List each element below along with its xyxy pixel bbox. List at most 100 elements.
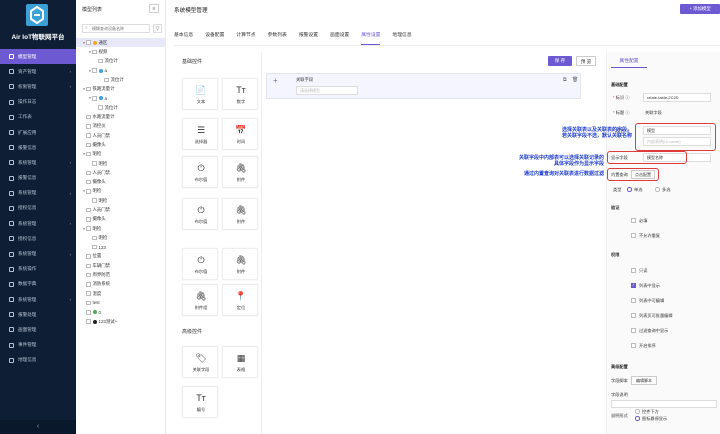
tree-row-checkbox[interactable]: [86, 272, 91, 278]
tree-row-checkbox[interactable]: [98, 58, 103, 64]
tree-row-checkbox[interactable]: [92, 68, 97, 73]
tree-row-checkbox[interactable]: [92, 161, 97, 166]
tree-row-checkbox[interactable]: [86, 282, 91, 287]
tree-row[interactable]: 摄像头: [76, 177, 166, 186]
sidebar-item-19[interactable]: 事件管理: [0, 338, 76, 353]
type-multi-radio[interactable]: [655, 187, 660, 192]
sidebar-item-16[interactable]: 系统管理 ›: [0, 292, 76, 307]
sidebar-item-20[interactable]: 地理信息: [0, 353, 76, 368]
sidebar-item-14[interactable]: 系统操作: [0, 262, 76, 277]
control-card[interactable]: 🖇 附件组: [182, 284, 218, 316]
tree-row-checkbox[interactable]: [86, 189, 91, 194]
tree-row[interactable]: ▾ a: [76, 94, 166, 103]
tree-row-checkbox[interactable]: [86, 300, 91, 306]
tree-row[interactable]: ▾ 明检: [76, 187, 166, 196]
control-card[interactable]: ⏻ 布尔值: [182, 248, 218, 280]
tree-row-checkbox[interactable]: [86, 86, 91, 92]
tree-row-checkbox[interactable]: [86, 114, 91, 120]
tree-row[interactable]: 人员门禁: [76, 168, 166, 177]
tree-row[interactable]: 消控仪: [76, 122, 166, 131]
sidebar-item-7[interactable]: 系统管理 ›: [0, 155, 76, 170]
tree-row[interactable]: 摄像头: [76, 140, 166, 149]
copy-icon[interactable]: ⧉: [563, 77, 567, 83]
control-card[interactable]: 🖇 附件: [222, 248, 258, 280]
control-card[interactable]: 📄 文本: [182, 78, 218, 110]
tree-row-checkbox[interactable]: [86, 226, 91, 231]
permission-checkbox[interactable]: [631, 313, 636, 318]
sidebar-item-9[interactable]: 系统管理 ›: [0, 186, 76, 201]
tab-7[interactable]: 地理信息: [392, 26, 411, 45]
sidebar-item-10[interactable]: 授权信息: [0, 201, 76, 216]
unique-checkbox[interactable]: [631, 233, 636, 238]
permission-checkbox[interactable]: [631, 298, 636, 303]
tree-row[interactable]: 水路流量计: [76, 112, 166, 121]
collapse-icon[interactable]: ‹: [0, 420, 76, 434]
control-card[interactable]: ▦ 表格: [222, 346, 258, 378]
description-input[interactable]: [611, 400, 717, 408]
tree-row[interactable]: ▾ 视频: [76, 47, 166, 56]
tree-row[interactable]: 车辆门禁: [76, 261, 166, 270]
sidebar-item-5[interactable]: 扩展应用: [0, 125, 76, 140]
control-card[interactable]: 🖇 附件: [222, 156, 258, 188]
sidebar-item-2[interactable]: 权限管理 ›: [0, 79, 76, 94]
tree-row[interactable]: 流位计: [76, 103, 166, 112]
type-single-radio[interactable]: [627, 187, 632, 192]
tree-row[interactable]: 人员门禁: [76, 131, 166, 140]
tree-row[interactable]: 消防系统: [76, 280, 166, 289]
tree-row[interactable]: test: [76, 298, 166, 307]
tree-row-checkbox[interactable]: [92, 235, 97, 241]
tree-row[interactable]: 温度: [76, 289, 166, 298]
tab-1[interactable]: 设备配置: [205, 26, 224, 45]
tab-3[interactable]: 参数列表: [268, 26, 287, 45]
tree-row[interactable]: 123: [76, 243, 166, 252]
permission-checkbox[interactable]: [631, 328, 636, 333]
tree-row-checkbox[interactable]: [86, 207, 91, 213]
tree-row-checkbox[interactable]: [86, 40, 91, 45]
tree-row[interactable]: 周界防范: [76, 270, 166, 279]
tree-row-checkbox[interactable]: [86, 263, 91, 269]
tree-row-checkbox[interactable]: [92, 96, 97, 101]
permission-checkbox[interactable]: [631, 343, 636, 348]
tree-search-input[interactable]: [82, 24, 150, 33]
control-card[interactable]: 📅 时间: [222, 118, 258, 150]
tree-row[interactable]: 摄像头: [76, 215, 166, 224]
tree-row[interactable]: 123测试+: [76, 317, 166, 326]
tree-row-checkbox[interactable]: [92, 49, 97, 55]
tree-row-checkbox[interactable]: [86, 319, 91, 324]
sidebar-item-18[interactable]: 画面管理: [0, 322, 76, 337]
tree-row-checkbox[interactable]: [86, 310, 91, 315]
tree-row-checkbox[interactable]: [86, 217, 91, 222]
tree-row-checkbox[interactable]: [98, 105, 103, 110]
sidebar-item-13[interactable]: 系统管理 ›: [0, 246, 76, 261]
preview-button[interactable]: 预 览: [576, 56, 596, 66]
sidebar-item-3[interactable]: 操作日志: [0, 95, 76, 110]
tab-6[interactable]: 属性设置: [361, 26, 381, 45]
tab-0[interactable]: 基本信息: [174, 26, 193, 45]
tree-row-checkbox[interactable]: [86, 133, 91, 138]
control-card[interactable]: ⏻ 布尔值: [182, 156, 218, 188]
tree-row-checkbox[interactable]: [86, 142, 91, 148]
tab-4[interactable]: 报警设置: [299, 26, 318, 45]
control-card[interactable]: Tт 数字: [222, 78, 258, 110]
tree-row-checkbox[interactable]: [104, 77, 109, 83]
tab-5[interactable]: 画面设置: [330, 26, 349, 45]
sidebar-item-1[interactable]: 资产管理 ›: [0, 64, 76, 79]
control-card[interactable]: ☰ 选择器: [182, 118, 218, 150]
tree-row[interactable]: ▾ 铁路流量计: [76, 84, 166, 93]
desc-hover-radio[interactable]: [635, 416, 640, 421]
control-card[interactable]: Tт 编号: [182, 386, 218, 418]
tree-row[interactable]: 0: [76, 308, 166, 317]
control-card[interactable]: 🖇 附件: [222, 198, 258, 230]
permission-checkbox[interactable]: ✓: [631, 283, 636, 288]
sidebar-item-0[interactable]: 模型管理: [0, 49, 76, 65]
id-input[interactable]: relate-table-2C2D: [643, 93, 711, 102]
tab-2[interactable]: 计算节点: [236, 26, 255, 45]
control-card[interactable]: 🏷 关联字段: [182, 346, 218, 378]
edit-script-button[interactable]: 编辑脚本: [631, 376, 657, 385]
title-value[interactable]: 关联字段: [645, 110, 662, 116]
permission-checkbox[interactable]: [631, 268, 636, 273]
sidebar-item-6[interactable]: 报警信息: [0, 140, 76, 155]
tree-row[interactable]: ▾ 明检: [76, 150, 166, 159]
desc-below-radio[interactable]: [635, 409, 640, 414]
tree-row-checkbox[interactable]: [86, 124, 91, 129]
